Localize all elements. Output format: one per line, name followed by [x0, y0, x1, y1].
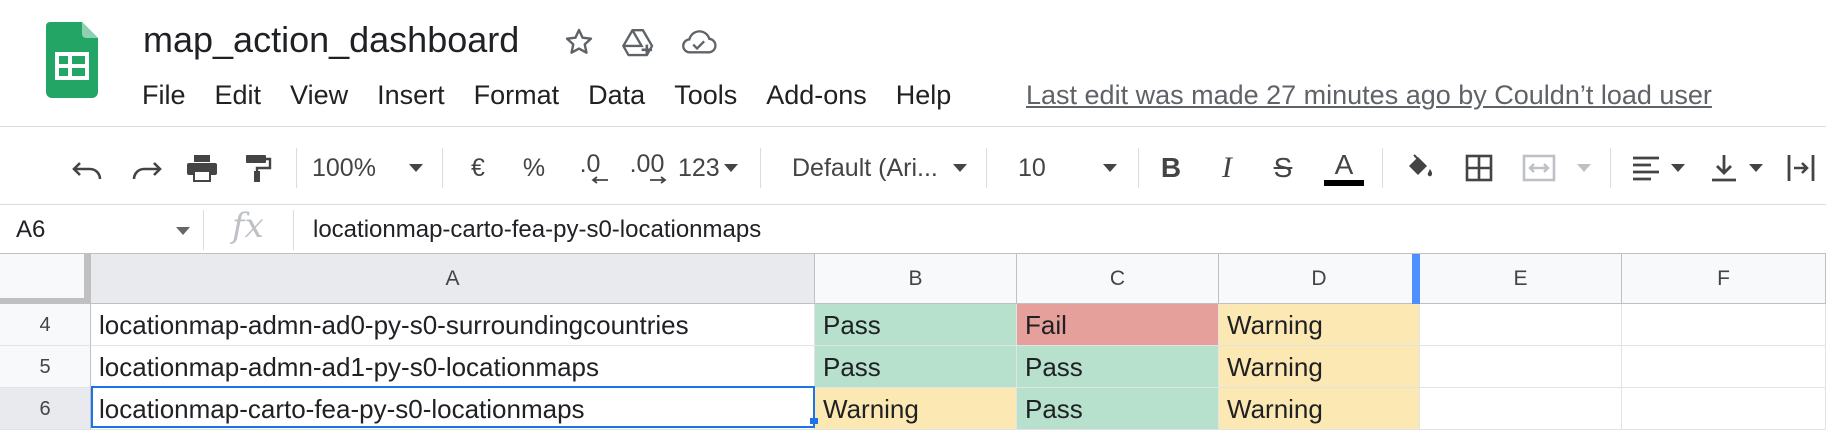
bold-label: B: [1160, 152, 1182, 183]
cell-c4[interactable]: Fail: [1017, 304, 1219, 346]
font-family-caret-icon[interactable]: [950, 148, 970, 188]
decrease-decimal-button[interactable]: .0: [568, 148, 612, 188]
header-divider: [0, 126, 1826, 127]
menu-data[interactable]: Data: [588, 80, 645, 111]
last-edit-link[interactable]: Last edit was made 27 minutes ago by Cou…: [1026, 78, 1712, 112]
fill-color-icon[interactable]: [1400, 148, 1438, 188]
horizontal-align-caret-icon[interactable]: [1668, 148, 1688, 188]
text-color-label: A: [1334, 149, 1354, 180]
font-size-value: 10: [1018, 153, 1046, 182]
toolbar-divider: [1610, 148, 1611, 188]
italic-button[interactable]: I: [1212, 148, 1242, 188]
column-header-e[interactable]: E: [1420, 254, 1622, 304]
row-header-5[interactable]: 5: [0, 346, 91, 388]
toolbar-divider: [296, 148, 297, 188]
column-header-d[interactable]: D: [1219, 254, 1420, 304]
italic-label: I: [1222, 151, 1232, 184]
menu-edit[interactable]: Edit: [215, 80, 262, 111]
row-header-4[interactable]: 4: [0, 304, 91, 346]
menu-tools[interactable]: Tools: [674, 80, 737, 111]
column-header-c[interactable]: C: [1017, 254, 1219, 304]
zoom-select[interactable]: 100%: [312, 148, 416, 188]
column-resize-handle[interactable]: [1412, 254, 1420, 304]
paint-format-icon[interactable]: [236, 148, 280, 188]
name-box[interactable]: A6: [16, 210, 45, 250]
increase-decimal-label: .00: [629, 150, 665, 178]
strikethrough-label: S: [1273, 152, 1293, 183]
font-family-value: Default (Ari...: [792, 153, 938, 182]
more-formats-label: 123: [678, 153, 720, 182]
toolbar-divider: [1138, 148, 1139, 188]
text-wrapping-icon[interactable]: [1784, 148, 1818, 188]
cell-a4[interactable]: locationmap-admn-ad0-py-s0-surroundingco…: [91, 304, 815, 346]
select-all-corner[interactable]: [0, 254, 91, 304]
cloud-saved-icon[interactable]: [681, 24, 717, 60]
merge-caret-icon[interactable]: [1574, 148, 1594, 188]
vertical-align-icon[interactable]: [1706, 148, 1742, 188]
formula-bar-divider: [203, 210, 204, 250]
menu-format[interactable]: Format: [474, 80, 560, 111]
cell-e5[interactable]: [1420, 346, 1622, 388]
zoom-caret-icon[interactable]: [406, 148, 426, 188]
zoom-value: 100%: [312, 153, 376, 182]
format-percent-button[interactable]: %: [516, 148, 552, 188]
column-header-a[interactable]: A: [91, 254, 815, 304]
borders-icon[interactable]: [1460, 148, 1498, 188]
horizontal-align-icon[interactable]: [1628, 148, 1664, 188]
text-color-swatch: [1324, 180, 1364, 186]
redo-icon[interactable]: [124, 148, 168, 188]
cell-f4[interactable]: [1622, 304, 1826, 346]
column-header-b[interactable]: B: [815, 254, 1017, 304]
format-currency-button[interactable]: €: [462, 148, 494, 188]
name-box-caret-icon[interactable]: [176, 222, 190, 240]
print-icon[interactable]: [180, 148, 224, 188]
cell-e4[interactable]: [1420, 304, 1622, 346]
bold-button[interactable]: B: [1156, 148, 1186, 188]
vertical-align-caret-icon[interactable]: [1746, 148, 1766, 188]
function-icon: fx: [232, 206, 264, 246]
cell-a5[interactable]: locationmap-admn-ad1-py-s0-locationmaps: [91, 346, 815, 388]
toolbar-divider: [1382, 148, 1383, 188]
document-title[interactable]: map_action_dashboard: [143, 18, 519, 62]
increase-decimal-button[interactable]: .00: [622, 148, 672, 188]
undo-icon[interactable]: [66, 148, 110, 188]
toolbar-divider: [442, 148, 443, 188]
cell-b4[interactable]: Pass: [815, 304, 1017, 346]
more-formats-button[interactable]: 123: [678, 148, 740, 188]
fill-handle[interactable]: [810, 418, 818, 424]
freeze-column-handle[interactable]: [84, 254, 91, 304]
formula-input[interactable]: locationmap-carto-fea-py-s0-locationmaps: [313, 210, 761, 250]
google-sheets-logo[interactable]: [46, 22, 98, 98]
font-family-select[interactable]: Default (Ari...: [792, 148, 938, 188]
decrease-decimal-label: .0: [579, 150, 601, 178]
move-to-drive-icon[interactable]: [621, 24, 657, 60]
star-icon[interactable]: [561, 24, 597, 60]
cell-c5[interactable]: Pass: [1017, 346, 1219, 388]
font-size-select[interactable]: 10: [1018, 148, 1078, 188]
currency-label: €: [471, 153, 485, 182]
toolbar-divider: [760, 148, 761, 188]
menu-add-ons[interactable]: Add-ons: [766, 80, 867, 111]
cell-b5[interactable]: Pass: [815, 346, 1017, 388]
cell-d4[interactable]: Warning: [1219, 304, 1420, 346]
menu-file[interactable]: File: [142, 80, 186, 111]
formula-bar-divider: [293, 210, 294, 250]
toolbar-divider: [986, 148, 987, 188]
active-cell-selection: [91, 386, 815, 428]
menu-bar: File Edit View Insert Format Data Tools …: [142, 78, 980, 112]
menu-view[interactable]: View: [290, 80, 348, 111]
strikethrough-button[interactable]: S: [1268, 148, 1298, 188]
cell-d5[interactable]: Warning: [1219, 346, 1420, 388]
percent-label: %: [522, 153, 546, 182]
menu-help[interactable]: Help: [896, 80, 952, 111]
menu-insert[interactable]: Insert: [377, 80, 445, 111]
text-color-button[interactable]: A: [1322, 148, 1366, 188]
cell-f5[interactable]: [1622, 346, 1826, 388]
merge-cells-icon[interactable]: [1518, 148, 1560, 188]
font-size-caret-icon[interactable]: [1100, 148, 1120, 188]
column-header-f[interactable]: F: [1622, 254, 1826, 304]
toolbar-bottom-divider: [0, 204, 1826, 205]
